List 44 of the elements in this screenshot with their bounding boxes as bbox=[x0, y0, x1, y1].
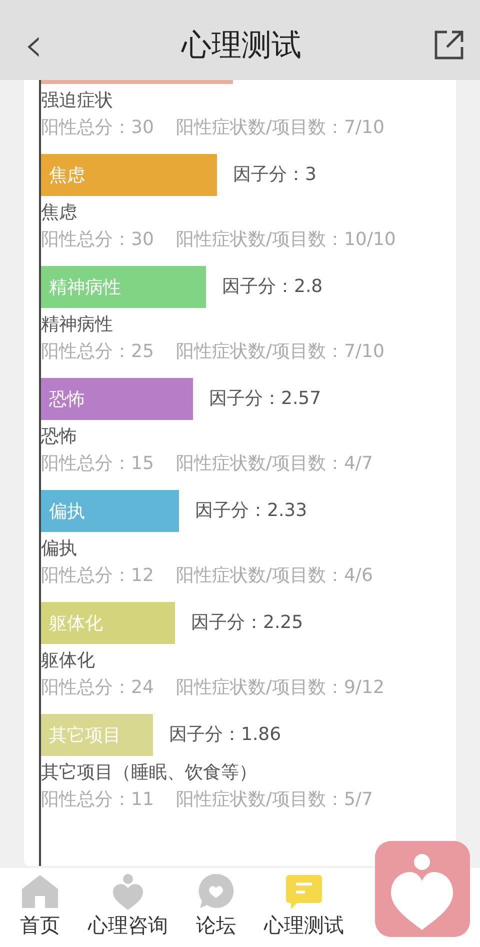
positive-total: 阳性总分：30 bbox=[41, 228, 154, 252]
factor-name: 焦虑 bbox=[41, 201, 78, 225]
nav-tab[interactable]: 心理测试 bbox=[264, 868, 344, 947]
symptom-ratio: 阳性症状数/项目数：5/7 bbox=[176, 788, 373, 812]
factor-score: 因子分：1.86 bbox=[169, 723, 282, 747]
symptom-ratio: 阳性症状数/项目数：9/12 bbox=[176, 676, 384, 700]
nav-tab[interactable]: 首页 bbox=[20, 868, 60, 947]
symptom-ratio: 阳性症状数/项目数：4/6 bbox=[176, 564, 373, 588]
score-bar: 焦虑 bbox=[41, 154, 217, 196]
factor-name: 其它项目（睡眠、饮食等） bbox=[41, 761, 258, 785]
positive-total: 阳性总分：12 bbox=[41, 564, 154, 588]
factor-score: 因子分：2.57 bbox=[209, 387, 322, 411]
factor-name: 恐怖 bbox=[41, 425, 78, 449]
score-bar: 精神病性 bbox=[41, 266, 206, 308]
share-icon[interactable] bbox=[434, 30, 464, 60]
score-bar: 其它项目 bbox=[41, 714, 153, 756]
back-button[interactable]: ‹ bbox=[18, 21, 50, 69]
nav-tab[interactable]: 心理咨询 bbox=[88, 868, 168, 947]
symptom-ratio: 阳性症状数/项目数：10/10 bbox=[176, 228, 396, 252]
factor-score: 因子分：2.33 bbox=[195, 499, 308, 523]
positive-total: 阳性总分：25 bbox=[41, 340, 154, 364]
symptom-ratio: 阳性症状数/项目数：7/10 bbox=[176, 340, 384, 364]
message-icon bbox=[285, 874, 323, 910]
positive-total: 阳性总分：30 bbox=[41, 116, 154, 140]
symptom-ratio: 阳性症状数/项目数：7/10 bbox=[176, 116, 384, 140]
page-title: 心理测试 bbox=[182, 26, 302, 64]
heart-person-icon bbox=[111, 874, 145, 910]
factor-score: 因子分：2.25 bbox=[191, 611, 304, 635]
factor-name: 躯体化 bbox=[41, 649, 96, 673]
score-bar: 躯体化 bbox=[41, 602, 175, 644]
home-icon bbox=[21, 874, 59, 910]
factor-score: 因子分：2.8 bbox=[222, 275, 323, 299]
factor-name: 精神病性 bbox=[41, 313, 114, 337]
nav-tab[interactable]: 论坛 bbox=[196, 868, 236, 947]
factor-name: 强迫症状 bbox=[41, 89, 114, 113]
positive-total: 阳性总分：24 bbox=[41, 676, 154, 700]
chat-heart-icon bbox=[197, 872, 235, 910]
positive-total: 阳性总分：15 bbox=[41, 452, 154, 476]
symptom-ratio: 阳性症状数/项目数：4/7 bbox=[176, 452, 373, 476]
factor-name: 偏执 bbox=[41, 537, 78, 561]
score-bar: 恐怖 bbox=[41, 378, 193, 420]
factor-score: 因子分：3 bbox=[233, 163, 316, 187]
positive-total: 阳性总分：11 bbox=[41, 788, 154, 812]
score-bar: 偏执 bbox=[41, 490, 179, 532]
